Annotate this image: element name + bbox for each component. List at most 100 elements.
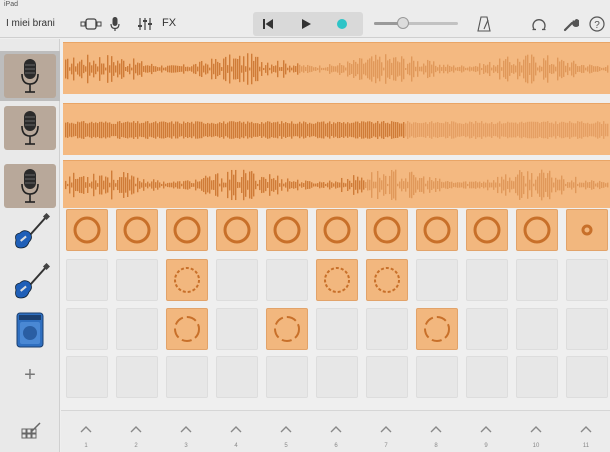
view-toggle-icon[interactable] <box>80 16 102 32</box>
audio-region-vocal-3[interactable] <box>63 160 610 208</box>
metronome-icon[interactable] <box>476 15 492 33</box>
waveform-sample <box>65 59 67 79</box>
waveform-sample <box>567 122 569 138</box>
loop-cell[interactable] <box>116 209 158 251</box>
loop-cell[interactable] <box>66 209 108 251</box>
empty-cell[interactable] <box>216 356 258 398</box>
empty-cell[interactable] <box>66 259 108 301</box>
track-header-vocal-3[interactable] <box>0 161 60 211</box>
empty-cell[interactable] <box>216 259 258 301</box>
loop-cell[interactable] <box>416 209 458 251</box>
track-header-vocal-2[interactable] <box>0 103 60 153</box>
loop-cell[interactable] <box>266 209 308 251</box>
edit-grid-icon[interactable] <box>20 421 42 443</box>
wrench-icon[interactable] <box>562 15 580 33</box>
empty-cell[interactable] <box>516 308 558 350</box>
play-icon[interactable] <box>299 17 313 31</box>
empty-cell[interactable] <box>316 308 358 350</box>
loop-cell[interactable] <box>316 209 358 251</box>
audio-region-vocal-2[interactable] <box>63 103 610 155</box>
empty-cell[interactable] <box>516 356 558 398</box>
column-trigger-9[interactable]: 9 <box>461 411 511 452</box>
empty-cell[interactable] <box>566 259 608 301</box>
waveform-sample <box>365 122 367 138</box>
waveform-sample <box>533 56 535 82</box>
loop-cell[interactable] <box>516 209 558 251</box>
empty-cell[interactable] <box>516 259 558 301</box>
add-track-button[interactable]: + <box>0 355 60 395</box>
empty-cell[interactable] <box>66 356 108 398</box>
column-trigger-11[interactable]: 11 <box>561 411 610 452</box>
column-trigger-4[interactable]: 4 <box>211 411 261 452</box>
waveform-sample <box>139 181 141 189</box>
empty-cell[interactable] <box>416 356 458 398</box>
empty-cell[interactable] <box>66 308 108 350</box>
empty-cell[interactable] <box>316 356 358 398</box>
track-header-guitar-1[interactable] <box>0 208 60 258</box>
column-trigger-3[interactable]: 3 <box>161 411 211 452</box>
empty-cell[interactable] <box>116 259 158 301</box>
empty-cell[interactable] <box>166 356 208 398</box>
fx-button[interactable]: FX <box>162 17 176 29</box>
tempo-slider-knob[interactable] <box>397 17 410 29</box>
microphone-icon[interactable] <box>108 15 122 33</box>
waveform-sample <box>491 182 493 188</box>
my-songs-button[interactable]: I miei brani <box>6 18 55 29</box>
empty-cell[interactable] <box>366 356 408 398</box>
column-trigger-2[interactable]: 2 <box>111 411 161 452</box>
loop-cell[interactable] <box>166 259 208 301</box>
waveform-sample <box>157 67 159 71</box>
loop-cell[interactable] <box>166 308 208 350</box>
loop-cell[interactable] <box>566 209 608 251</box>
empty-cell[interactable] <box>366 308 408 350</box>
empty-cell[interactable] <box>466 308 508 350</box>
loop-cell[interactable] <box>316 259 358 301</box>
column-trigger-6[interactable]: 6 <box>311 411 361 452</box>
column-trigger-8[interactable]: 8 <box>411 411 461 452</box>
waveform-sample <box>505 59 507 79</box>
empty-cell[interactable] <box>416 259 458 301</box>
help-icon[interactable]: ? <box>588 15 606 33</box>
waveform-sample <box>253 60 255 78</box>
loop-cell[interactable] <box>366 209 408 251</box>
audio-region-vocal-1[interactable] <box>63 42 610 94</box>
waveform-sample <box>469 121 471 139</box>
record-indicator-icon[interactable] <box>335 17 349 31</box>
waveform-sample <box>301 66 303 72</box>
loop-cell[interactable] <box>466 209 508 251</box>
waveform-sample <box>111 56 113 82</box>
waveform-sample <box>523 59 525 79</box>
empty-cell[interactable] <box>266 356 308 398</box>
empty-cell[interactable] <box>266 259 308 301</box>
column-trigger-1[interactable]: 1 <box>61 411 111 452</box>
waveform-sample <box>341 65 343 73</box>
empty-cell[interactable] <box>566 356 608 398</box>
loop-cell[interactable] <box>166 209 208 251</box>
column-trigger-10[interactable]: 10 <box>511 411 561 452</box>
rewind-icon[interactable] <box>261 17 275 31</box>
column-trigger-7[interactable]: 7 <box>361 411 411 452</box>
loop-browser-icon[interactable] <box>530 15 548 33</box>
empty-cell[interactable] <box>116 356 158 398</box>
empty-cell[interactable] <box>216 308 258 350</box>
waveform-sample <box>447 181 449 189</box>
waveform-sample <box>351 182 353 188</box>
microphone-icon <box>4 106 56 150</box>
loop-cell[interactable] <box>216 209 258 251</box>
track-header-vocal-1[interactable] <box>0 51 60 101</box>
waveform-sample <box>563 179 565 191</box>
loop-cell[interactable] <box>266 308 308 350</box>
empty-cell[interactable] <box>466 259 508 301</box>
track-header-amp[interactable] <box>0 305 60 355</box>
waveform-sample <box>125 67 127 71</box>
tempo-slider[interactable] <box>374 17 458 29</box>
empty-cell[interactable] <box>466 356 508 398</box>
loop-cell[interactable] <box>366 259 408 301</box>
empty-cell[interactable] <box>566 308 608 350</box>
chevron-up-icon <box>430 426 442 433</box>
loop-cell[interactable] <box>416 308 458 350</box>
mixer-icon[interactable] <box>136 15 154 33</box>
track-header-guitar-2[interactable] <box>0 258 60 308</box>
column-trigger-5[interactable]: 5 <box>261 411 311 452</box>
empty-cell[interactable] <box>116 308 158 350</box>
